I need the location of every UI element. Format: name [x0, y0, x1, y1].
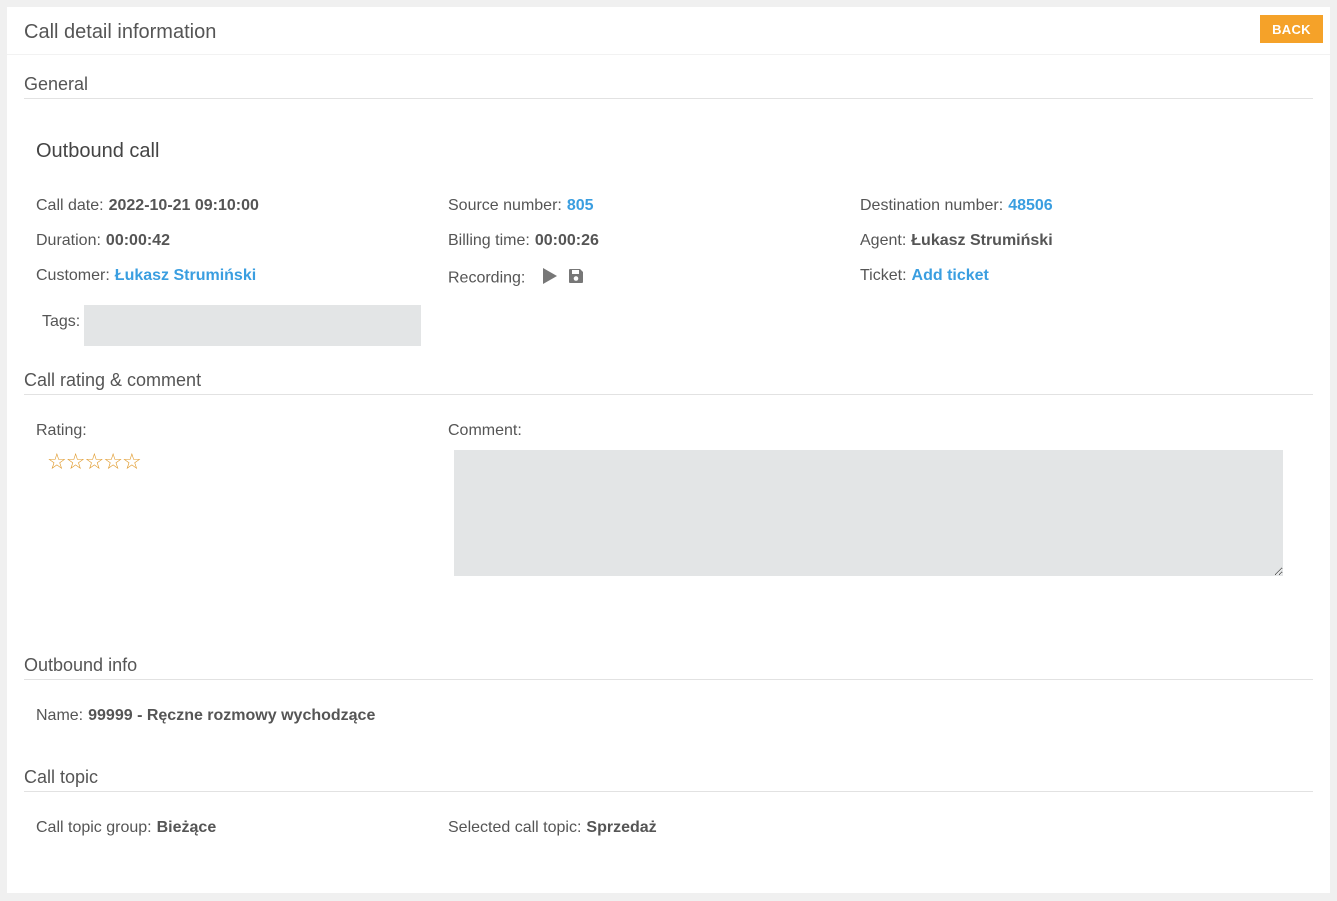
ticket-label: Ticket:	[860, 267, 907, 284]
agent-label: Agent:	[860, 232, 907, 249]
duration-field: Duration: 00:00:42	[36, 232, 170, 250]
outbound-name-label: Name:	[36, 707, 84, 724]
section-outbound-title: Outbound info	[24, 655, 1313, 680]
rating-label: Rating:	[36, 422, 87, 439]
rating-stars: ☆☆☆☆☆	[47, 449, 142, 475]
comment-textarea[interactable]	[454, 450, 1283, 576]
star-icon[interactable]: ☆	[122, 449, 142, 474]
call-detail-panel: Call detail information BACK General Out…	[7, 7, 1330, 893]
comment-label: Comment:	[448, 422, 522, 439]
agent-value: Łukasz Strumiński	[911, 232, 1053, 249]
page-title: Call detail information	[24, 21, 217, 43]
call-date-field: Call date: 2022-10-21 09:10:00	[36, 197, 259, 215]
destination-number-field: Destination number: 48506	[860, 197, 1053, 215]
selected-topic-field: Selected call topic: Sprzedaż	[448, 819, 657, 837]
billing-time-field: Billing time: 00:00:26	[448, 232, 599, 250]
selected-topic-value: Sprzedaż	[586, 819, 657, 836]
recording-field: Recording:	[448, 267, 584, 290]
call-type-heading: Outbound call	[36, 140, 160, 162]
customer-link[interactable]: Łukasz Strumiński	[115, 267, 256, 284]
section-topic-title: Call topic	[24, 767, 1313, 792]
customer-label: Customer:	[36, 267, 110, 284]
add-ticket-link[interactable]: Add ticket	[912, 267, 989, 284]
star-icon[interactable]: ☆	[103, 449, 123, 474]
duration-value: 00:00:42	[105, 232, 170, 249]
save-icon[interactable]	[568, 268, 584, 289]
source-number-field: Source number: 805	[448, 197, 594, 215]
call-date-value: 2022-10-21 09:10:00	[108, 197, 259, 214]
source-number-link[interactable]: 805	[567, 197, 594, 214]
outbound-name-field: Name: 99999 - Ręczne rozmowy wychodzące	[36, 707, 375, 725]
agent-field: Agent: Łukasz Strumiński	[860, 232, 1053, 250]
destination-number-label: Destination number:	[860, 197, 1004, 214]
billing-time-label: Billing time:	[448, 232, 530, 249]
outbound-name-value: 99999 - Ręczne rozmowy wychodzące	[88, 707, 376, 724]
section-general-title: General	[24, 74, 1313, 99]
play-icon[interactable]	[542, 267, 558, 290]
tags-label: Tags:	[42, 313, 81, 330]
topic-group-value: Bieżące	[156, 819, 217, 836]
star-icon[interactable]: ☆	[66, 449, 86, 474]
topic-group-label: Call topic group:	[36, 819, 152, 836]
back-button[interactable]: BACK	[1260, 15, 1323, 43]
destination-number-link[interactable]: 48506	[1008, 197, 1053, 214]
duration-label: Duration:	[36, 232, 101, 249]
star-icon[interactable]: ☆	[47, 449, 67, 474]
star-icon[interactable]: ☆	[84, 449, 104, 474]
recording-label: Recording:	[448, 269, 526, 287]
customer-field: Customer: Łukasz Strumiński	[36, 267, 256, 285]
billing-time-value: 00:00:26	[534, 232, 599, 249]
selected-topic-label: Selected call topic:	[448, 819, 582, 836]
source-number-label: Source number:	[448, 197, 562, 214]
panel-header: Call detail information BACK	[7, 7, 1330, 55]
ticket-field: Ticket: Add ticket	[860, 267, 989, 285]
section-rating-title: Call rating & comment	[24, 370, 1313, 395]
call-date-label: Call date:	[36, 197, 104, 214]
tags-input[interactable]	[84, 305, 421, 346]
topic-group-field: Call topic group: Bieżące	[36, 819, 216, 837]
